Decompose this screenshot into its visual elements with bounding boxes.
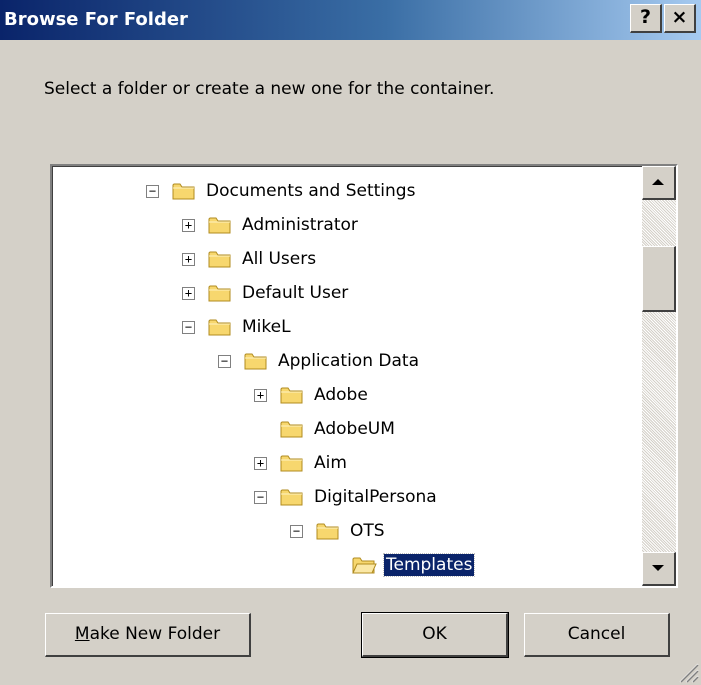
tree-item[interactable]: − MikeL bbox=[53, 311, 640, 345]
make-new-folder-label: ake New Folder bbox=[89, 624, 221, 644]
tree-item-label: Administrator bbox=[242, 215, 358, 235]
tree-item-label: MikeL bbox=[242, 317, 291, 337]
scroll-thumb[interactable] bbox=[642, 246, 676, 312]
collapse-minus-icon[interactable]: − bbox=[146, 185, 159, 198]
expand-plus-icon[interactable]: + bbox=[182, 219, 195, 232]
tree-item[interactable]: + Administrator bbox=[53, 209, 640, 243]
window-title: Browse For Folder bbox=[4, 9, 188, 30]
title-bar[interactable]: Browse For Folder ? × bbox=[0, 0, 701, 40]
collapse-minus-icon[interactable]: − bbox=[218, 355, 231, 368]
folder-icon bbox=[280, 489, 303, 506]
tree-item[interactable]: + Aim bbox=[53, 447, 640, 481]
make-new-folder-accel: M bbox=[74, 624, 90, 644]
tree-item[interactable]: + Default User bbox=[53, 277, 640, 311]
tree-item[interactable]: Templates bbox=[53, 549, 640, 583]
folder-icon bbox=[208, 319, 231, 336]
instruction-text: Select a folder or create a new one for … bbox=[44, 79, 495, 99]
tree-item-label: Adobe bbox=[314, 385, 368, 405]
folder-icon bbox=[172, 183, 195, 200]
folder-icon bbox=[208, 217, 231, 234]
folder-icon bbox=[316, 523, 339, 540]
folder-icon bbox=[280, 387, 303, 404]
folder-tree-viewport: − Documents and Settings + Administrator + Al… bbox=[52, 166, 676, 586]
tree-item[interactable]: − Application Data bbox=[53, 345, 640, 379]
tree-item-label: Templates bbox=[382, 553, 476, 577]
tree-item[interactable]: − DigitalPersona bbox=[53, 481, 640, 515]
tree-item[interactable]: + All Users bbox=[53, 243, 640, 277]
folder-icon bbox=[280, 421, 303, 438]
scroll-down-button[interactable] bbox=[642, 552, 676, 586]
cancel-button[interactable]: Cancel bbox=[524, 613, 670, 657]
tree-item-label: OTS bbox=[350, 521, 385, 541]
up-arrow-icon bbox=[652, 179, 664, 185]
make-new-folder-button[interactable]: Make New Folder bbox=[45, 613, 251, 657]
tree-item-label: Application Data bbox=[278, 351, 419, 371]
tree-item[interactable]: AdobeUM bbox=[53, 413, 640, 447]
folder-tree[interactable]: − Documents and Settings + Administrator + Al… bbox=[50, 164, 678, 588]
down-arrow-icon bbox=[652, 565, 664, 571]
folder-icon bbox=[244, 353, 267, 370]
expand-plus-icon[interactable]: + bbox=[182, 253, 195, 266]
tree-item[interactable]: − Documents and Settings bbox=[53, 175, 640, 209]
expand-plus-icon[interactable]: + bbox=[254, 457, 267, 470]
tree-item[interactable]: + Adobe bbox=[53, 379, 640, 413]
tree-item-label: DigitalPersona bbox=[314, 487, 437, 507]
collapse-minus-icon[interactable]: − bbox=[182, 321, 195, 334]
collapse-minus-icon[interactable]: − bbox=[254, 491, 267, 504]
scroll-up-button[interactable] bbox=[642, 166, 676, 200]
tree-item-label: Documents and Settings bbox=[206, 181, 416, 201]
tree-item-label: All Users bbox=[242, 249, 317, 269]
vertical-scrollbar[interactable] bbox=[642, 166, 676, 586]
folder-icon bbox=[208, 285, 231, 302]
folder-open-icon bbox=[352, 557, 377, 574]
help-button[interactable]: ? bbox=[630, 4, 662, 33]
resize-grip-icon[interactable] bbox=[677, 661, 699, 683]
collapse-minus-icon[interactable]: − bbox=[290, 525, 303, 538]
expand-plus-icon[interactable]: + bbox=[254, 389, 267, 402]
ok-button[interactable]: OK bbox=[361, 612, 509, 658]
close-button[interactable]: × bbox=[664, 4, 696, 33]
tree-item[interactable]: − OTS bbox=[53, 515, 640, 549]
tree-item-label: Default User bbox=[242, 283, 349, 303]
folder-icon bbox=[208, 251, 231, 268]
expand-plus-icon[interactable]: + bbox=[182, 287, 195, 300]
tree-item-label: Aim bbox=[314, 453, 347, 473]
tree-item-label: AdobeUM bbox=[314, 419, 395, 439]
folder-icon bbox=[280, 455, 303, 472]
